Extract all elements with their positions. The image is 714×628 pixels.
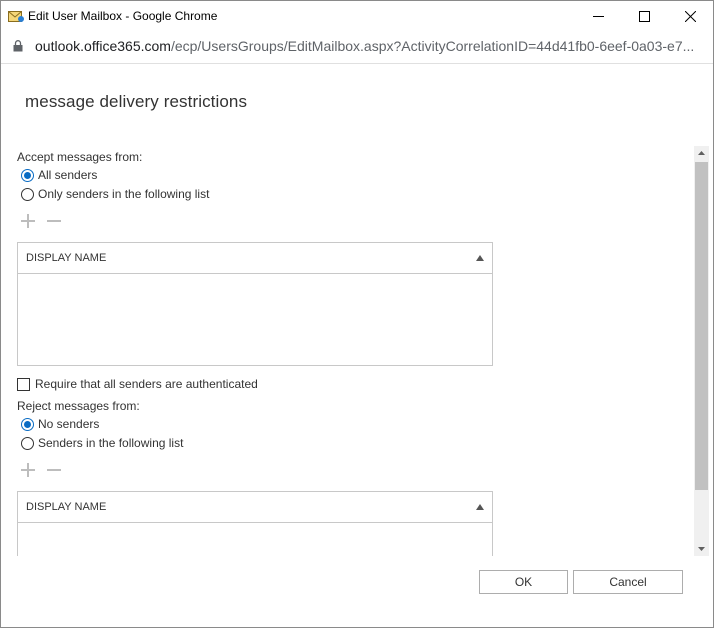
accept-only-list-radio[interactable] — [21, 187, 34, 201]
window-title: Edit User Mailbox - Google Chrome — [28, 9, 218, 23]
accept-all-senders-radio[interactable] — [21, 168, 34, 182]
cancel-button[interactable]: Cancel — [573, 570, 683, 594]
accept-all-senders-label: All senders — [38, 168, 98, 182]
reject-list-option[interactable]: Senders in the following list — [21, 436, 183, 450]
add-icon[interactable] — [19, 461, 37, 479]
vertical-scrollbar[interactable] — [694, 146, 709, 556]
reject-no-senders-label: No senders — [38, 417, 100, 431]
accept-only-list-label: Only senders in the following list — [38, 187, 210, 201]
url-text[interactable]: outlook.office365.com/ecp/UsersGroups/Ed… — [35, 38, 705, 54]
url-host: outlook.office365.com — [35, 38, 171, 54]
display-name-column-header[interactable]: DISPLAY NAME — [26, 252, 106, 264]
title-bar: Edit User Mailbox - Google Chrome — [1, 1, 713, 32]
reject-no-senders-radio[interactable] — [21, 417, 34, 431]
accept-all-senders-option[interactable]: All senders — [21, 168, 97, 182]
close-button[interactable] — [667, 1, 713, 32]
remove-icon[interactable] — [45, 461, 63, 479]
ok-button[interactable]: OK — [479, 570, 568, 594]
maximize-icon — [638, 11, 650, 22]
chevron-down-icon — [698, 547, 705, 551]
restrictions-form: Accept messages from: All senders Only s… — [1, 146, 713, 556]
close-icon — [684, 11, 696, 22]
reject-list-radio[interactable] — [21, 436, 34, 450]
page-title: message delivery restrictions — [25, 92, 248, 111]
url-path: /ecp/UsersGroups/EditMailbox.aspx?Activi… — [170, 38, 695, 54]
maximize-button[interactable] — [621, 1, 667, 32]
reject-list-toolbar — [19, 461, 63, 479]
accept-only-list-option[interactable]: Only senders in the following list — [21, 187, 209, 201]
accept-messages-label: Accept messages from: — [17, 150, 143, 164]
lock-icon — [13, 40, 23, 52]
reject-no-senders-option[interactable]: No senders — [21, 417, 99, 431]
mailbox-app-icon — [8, 11, 24, 22]
dialog-content: message delivery restrictions Accept mes… — [1, 63, 713, 627]
accept-senders-list[interactable]: DISPLAY NAME — [17, 242, 493, 366]
minimize-icon — [592, 16, 604, 17]
accept-list-header[interactable]: DISPLAY NAME — [18, 243, 492, 274]
sort-ascending-icon[interactable] — [476, 255, 484, 261]
scroll-thumb[interactable] — [695, 162, 708, 490]
sort-ascending-icon[interactable] — [476, 504, 484, 510]
scroll-down-button[interactable] — [694, 542, 709, 556]
accept-list-toolbar — [19, 212, 63, 230]
add-icon[interactable] — [19, 212, 37, 230]
reject-messages-label: Reject messages from: — [17, 399, 140, 413]
minimize-button[interactable] — [575, 1, 621, 32]
scroll-up-button[interactable] — [694, 146, 709, 160]
remove-icon[interactable] — [45, 212, 63, 230]
chevron-up-icon — [698, 151, 705, 155]
require-auth-label: Require that all senders are authenticat… — [35, 377, 258, 391]
display-name-column-header[interactable]: DISPLAY NAME — [26, 501, 106, 513]
require-auth-option[interactable]: Require that all senders are authenticat… — [17, 377, 258, 391]
reject-senders-list[interactable]: DISPLAY NAME — [17, 491, 493, 556]
reject-list-header[interactable]: DISPLAY NAME — [18, 492, 492, 523]
browser-window: Edit User Mailbox - Google Chrome outloo… — [0, 0, 714, 628]
address-bar[interactable]: outlook.office365.com/ecp/UsersGroups/Ed… — [1, 32, 713, 61]
reject-list-label: Senders in the following list — [38, 436, 184, 450]
require-auth-checkbox[interactable] — [17, 377, 30, 391]
